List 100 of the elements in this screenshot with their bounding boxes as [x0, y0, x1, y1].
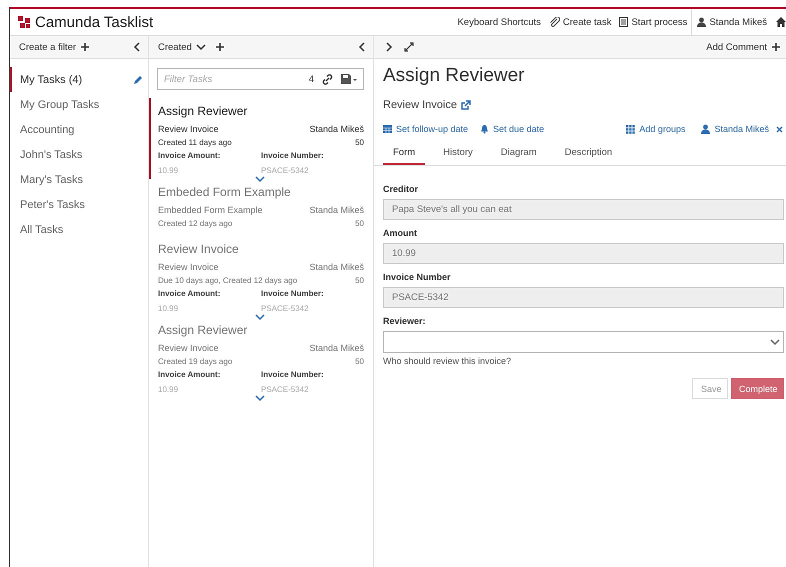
task-name: Assign Reviewer: [158, 323, 248, 337]
assignee: Standa Mikeš: [309, 343, 364, 353]
priority: 50: [355, 138, 364, 147]
task-dates: Created 11 days ago: [158, 138, 232, 147]
task-name: Assign Reviewer: [158, 104, 248, 118]
maximize-icon: [404, 42, 414, 52]
chevron-down-icon: [255, 175, 265, 183]
filter-item[interactable]: My Group Tasks: [10, 92, 148, 117]
caret-icon: [196, 43, 206, 51]
save-icon: [341, 74, 357, 84]
chevron-left-icon: [133, 42, 141, 52]
caret-icon: [770, 338, 780, 346]
filter-item[interactable]: Accounting: [10, 117, 148, 142]
field-label: Amount: [383, 228, 418, 238]
task-dates: Created 19 days ago: [158, 357, 232, 366]
task-name: Embeded Form Example: [158, 185, 292, 199]
complete-button[interactable]: Complete: [731, 378, 784, 399]
assignee: Standa Mikeš: [309, 262, 364, 272]
plus-icon: [80, 42, 90, 52]
process-link[interactable]: Review Invoice: [383, 99, 786, 111]
maximize-button[interactable]: [402, 40, 416, 54]
task-dates: Due 10 days ago, Created 12 days ago: [158, 276, 298, 285]
chevron-down-icon: [255, 394, 265, 402]
task-dates: Created 12 days ago: [158, 219, 232, 228]
priority: 50: [355, 357, 364, 366]
filter-item[interactable]: My Tasks (4): [10, 67, 148, 92]
user-icon: [697, 17, 706, 27]
tab[interactable]: Description: [554, 143, 622, 165]
assignee: Standa Mikeš: [309, 124, 364, 134]
logo-icon: [18, 16, 30, 28]
variable-label: Invoice Number:: [261, 370, 325, 379]
user-menu[interactable]: Standa Mikeš: [691, 9, 773, 35]
priority: 50: [355, 219, 364, 228]
variable-value: PSACE-5342: [261, 385, 310, 394]
variable-value: PSACE-5342: [261, 304, 310, 313]
priority: 50: [355, 276, 364, 285]
filter-item[interactable]: All Tasks: [10, 217, 148, 242]
assignee: Standa Mikeš: [309, 205, 364, 215]
add-comment-link[interactable]: Add Comment: [706, 42, 781, 52]
filter-bar[interactable]: Filter Tasks 4: [157, 68, 364, 90]
variable-value: 10.99: [158, 304, 180, 313]
home-icon: [776, 17, 786, 27]
list-icon: [619, 17, 628, 27]
plus-icon: [771, 42, 781, 52]
external-link-icon: [460, 100, 471, 110]
plus-icon: [214, 42, 225, 52]
tab[interactable]: History: [433, 143, 483, 165]
variable-value: 10.99: [158, 166, 180, 175]
task-title: Assign Reviewer: [383, 65, 526, 87]
tab[interactable]: Diagram: [490, 143, 547, 165]
bell-icon: [480, 124, 490, 134]
create-filter-link[interactable]: Create a filter: [19, 42, 90, 52]
task-card[interactable]: Assign Reviewer Review Invoice Standa Mikeš Created 11 days ago 50 Invoice Amount: 10.99 Invoice Number: PSACE-5342: [149, 98, 373, 179]
result-count: 4: [308, 74, 314, 84]
variable-value: PSACE-5342: [261, 166, 310, 175]
chevron-left-icon: [358, 42, 366, 52]
chevron-right-icon: [385, 42, 393, 52]
paperclip-icon: [548, 17, 560, 27]
filter-item[interactable]: Mary's Tasks: [10, 167, 148, 192]
process-name: Embedded Form Example: [158, 205, 263, 215]
filter-item[interactable]: Peter's Tasks: [10, 192, 148, 217]
grid-icon: [626, 124, 636, 134]
tab[interactable]: Form: [383, 143, 426, 165]
process-name: Review Invoice: [158, 262, 219, 272]
user-icon: [701, 124, 710, 134]
variable-value: 10.99: [158, 385, 180, 394]
process-name: Review Invoice: [158, 124, 219, 134]
chevron-down-icon: [255, 313, 265, 321]
action-link[interactable]: Set follow-up date: [383, 124, 468, 134]
action-link[interactable]: Set due date: [480, 124, 544, 134]
variable-label: Invoice Amount:: [158, 370, 222, 379]
task-name: Review Invoice: [158, 242, 240, 256]
close-icon: [776, 126, 783, 132]
variable-label: Invoice Amount:: [158, 289, 222, 298]
expand-button[interactable]: [255, 394, 265, 402]
filter-item[interactable]: John's Tasks: [10, 142, 148, 167]
field-label: Reviewer:: [383, 316, 427, 326]
nav-link[interactable]: Start process: [615, 16, 692, 28]
action-link[interactable]: Add groups: [626, 124, 686, 134]
variable-label: Invoice Number:: [261, 289, 325, 298]
help-text: Who should review this invoice?: [383, 356, 512, 366]
variable-label: Invoice Amount:: [158, 151, 222, 160]
unclaim-button[interactable]: [776, 126, 783, 132]
nav-link[interactable]: Keyboard Shortcuts: [453, 16, 545, 28]
pencil-icon: [133, 74, 143, 84]
field-label: Creditor: [383, 184, 420, 194]
task-card[interactable]: Assign Reviewer Review Invoice Standa Mikeš Created 19 days ago 50 Invoice Amount: 10.99 Invoice Number: PSACE-5342: [149, 317, 373, 398]
link-icon: [322, 74, 333, 84]
nav-link[interactable]: Create task: [544, 16, 616, 28]
action-link[interactable]: Standa Mikeš: [701, 124, 769, 134]
expand-button[interactable]: [255, 313, 265, 321]
sort-dropdown[interactable]: Created: [158, 42, 206, 52]
expand-button[interactable]: [255, 175, 265, 183]
task-card[interactable]: Review Invoice Review Invoice Standa Mikeš Due 10 days ago, Created 12 days ago 50 Invoice Amount: 10.99 Invoice Number: PSACE-5342: [149, 236, 373, 317]
process-name: Review Invoice: [158, 343, 219, 353]
task-card[interactable]: Embeded Form Example Embedded Form Example Standa Mikeš Created 12 days ago 50: [149, 179, 373, 236]
variable-label: Invoice Number:: [261, 151, 325, 160]
app-title: Camunda Tasklist: [35, 14, 154, 30]
calendar-icon: [383, 124, 392, 134]
field-label: Invoice Number: [383, 272, 452, 282]
